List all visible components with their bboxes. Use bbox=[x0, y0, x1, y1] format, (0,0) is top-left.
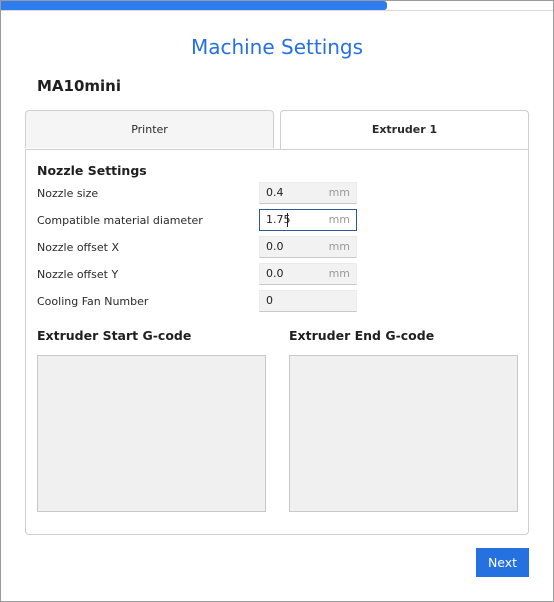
tab-extruder-1[interactable]: Extruder 1 bbox=[280, 110, 529, 150]
nozzle-size-field[interactable]: 0.4 mm bbox=[259, 182, 357, 204]
nozzle-offset-y-unit: mm bbox=[328, 267, 350, 280]
nozzle-offset-x-label: Nozzle offset X bbox=[37, 241, 119, 254]
nozzle-offset-x-value: 0.0 bbox=[266, 240, 284, 253]
nozzle-size-unit: mm bbox=[328, 186, 350, 199]
nozzle-size-value: 0.4 bbox=[266, 186, 284, 199]
extruder-start-gcode-textarea[interactable] bbox=[37, 355, 266, 512]
machine-name: MA10mini bbox=[37, 77, 122, 95]
material-diameter-label: Compatible material diameter bbox=[37, 214, 203, 227]
extruder-start-gcode-heading: Extruder Start G-code bbox=[37, 328, 192, 343]
cooling-fan-number-label: Cooling Fan Number bbox=[37, 295, 149, 308]
material-diameter-field[interactable]: 1.75 mm bbox=[259, 209, 357, 231]
nozzle-offset-x-unit: mm bbox=[328, 240, 350, 253]
nozzle-offset-x-field[interactable]: 0.0 mm bbox=[259, 236, 357, 258]
machine-settings-window: Machine Settings MA10mini Printer Extrud… bbox=[0, 0, 554, 602]
cooling-fan-number-value: 0 bbox=[266, 294, 273, 307]
nozzle-offset-y-label: Nozzle offset Y bbox=[37, 268, 119, 281]
nozzle-settings-heading: Nozzle Settings bbox=[37, 163, 147, 178]
nozzle-offset-y-value: 0.0 bbox=[266, 267, 284, 280]
extruder-end-gcode-textarea[interactable] bbox=[289, 355, 518, 512]
cooling-fan-number-field[interactable]: 0 bbox=[259, 290, 357, 312]
nozzle-size-label: Nozzle size bbox=[37, 187, 99, 200]
next-button[interactable]: Next bbox=[476, 548, 529, 577]
text-caret bbox=[287, 213, 288, 227]
tab-printer[interactable]: Printer bbox=[25, 110, 274, 148]
extruder-end-gcode-heading: Extruder End G-code bbox=[289, 328, 435, 343]
material-diameter-unit: mm bbox=[328, 213, 350, 226]
wizard-progress-fill bbox=[1, 1, 387, 10]
page-title: Machine Settings bbox=[190, 35, 364, 59]
nozzle-offset-y-field[interactable]: 0.0 mm bbox=[259, 263, 357, 285]
wizard-progress-bar bbox=[1, 1, 553, 11]
